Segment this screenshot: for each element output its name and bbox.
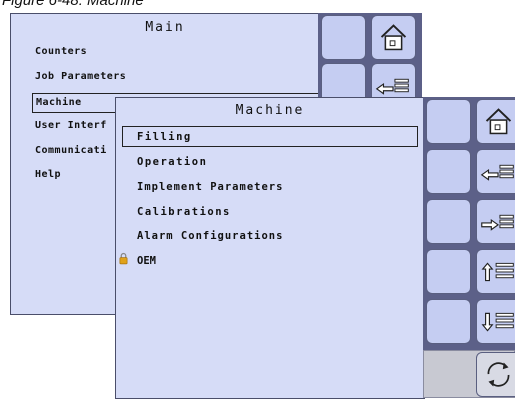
- scroll-up-icon: [481, 262, 514, 282]
- scroll-down-icon: [481, 312, 514, 332]
- home-icon: [380, 24, 407, 51]
- machine-menu-item-implement-parameters[interactable]: Implement Parameters: [137, 181, 283, 193]
- machine-menu-item-operation[interactable]: Operation: [137, 156, 207, 168]
- machine-menu-item-filling[interactable]: Filling: [122, 126, 418, 147]
- enter-list-icon: [481, 214, 514, 231]
- machine-blank-button-1[interactable]: [426, 99, 471, 144]
- machine-home-button[interactable]: [476, 99, 515, 144]
- main-menu-item-counters[interactable]: Counters: [35, 46, 87, 57]
- machine-menu-panel: Machine Filling Operation Implement Para…: [115, 97, 425, 399]
- main-menu-item-help[interactable]: Help: [35, 169, 61, 180]
- machine-scroll-up-button[interactable]: [476, 249, 515, 294]
- lock-icon: [119, 252, 128, 265]
- rotate-icon: [487, 362, 510, 387]
- machine-back-list-button[interactable]: [476, 149, 515, 194]
- machine-enter-list-button[interactable]: [476, 199, 515, 244]
- figure-caption: Figure 6-48: Machine: [2, 0, 144, 9]
- main-menu-title: Main: [145, 20, 185, 35]
- machine-menu-item-alarm-configurations[interactable]: Alarm Configurations: [137, 230, 283, 242]
- machine-blank-button-2[interactable]: [426, 149, 471, 194]
- main-home-button[interactable]: [371, 15, 416, 60]
- main-menu-item-user-interface[interactable]: User Interf: [35, 120, 107, 131]
- main-menu-item-communication[interactable]: Communicati: [35, 145, 107, 156]
- back-list-icon: [480, 164, 514, 181]
- machine-rotate-button[interactable]: [476, 352, 515, 397]
- machine-menu-item-oem[interactable]: OEM: [137, 255, 156, 267]
- machine-menu-title: Machine: [235, 103, 305, 118]
- main-menu-item-job-parameters[interactable]: Job Parameters: [35, 71, 126, 82]
- machine-blank-button-4[interactable]: [426, 249, 471, 294]
- machine-blank-button-5[interactable]: [426, 299, 471, 344]
- main-blank-button-1[interactable]: [321, 15, 366, 60]
- machine-menu-item-calibrations[interactable]: Calibrations: [137, 206, 231, 218]
- machine-blank-button-3[interactable]: [426, 199, 471, 244]
- home-icon: [485, 108, 512, 135]
- machine-scroll-down-button[interactable]: [476, 299, 515, 344]
